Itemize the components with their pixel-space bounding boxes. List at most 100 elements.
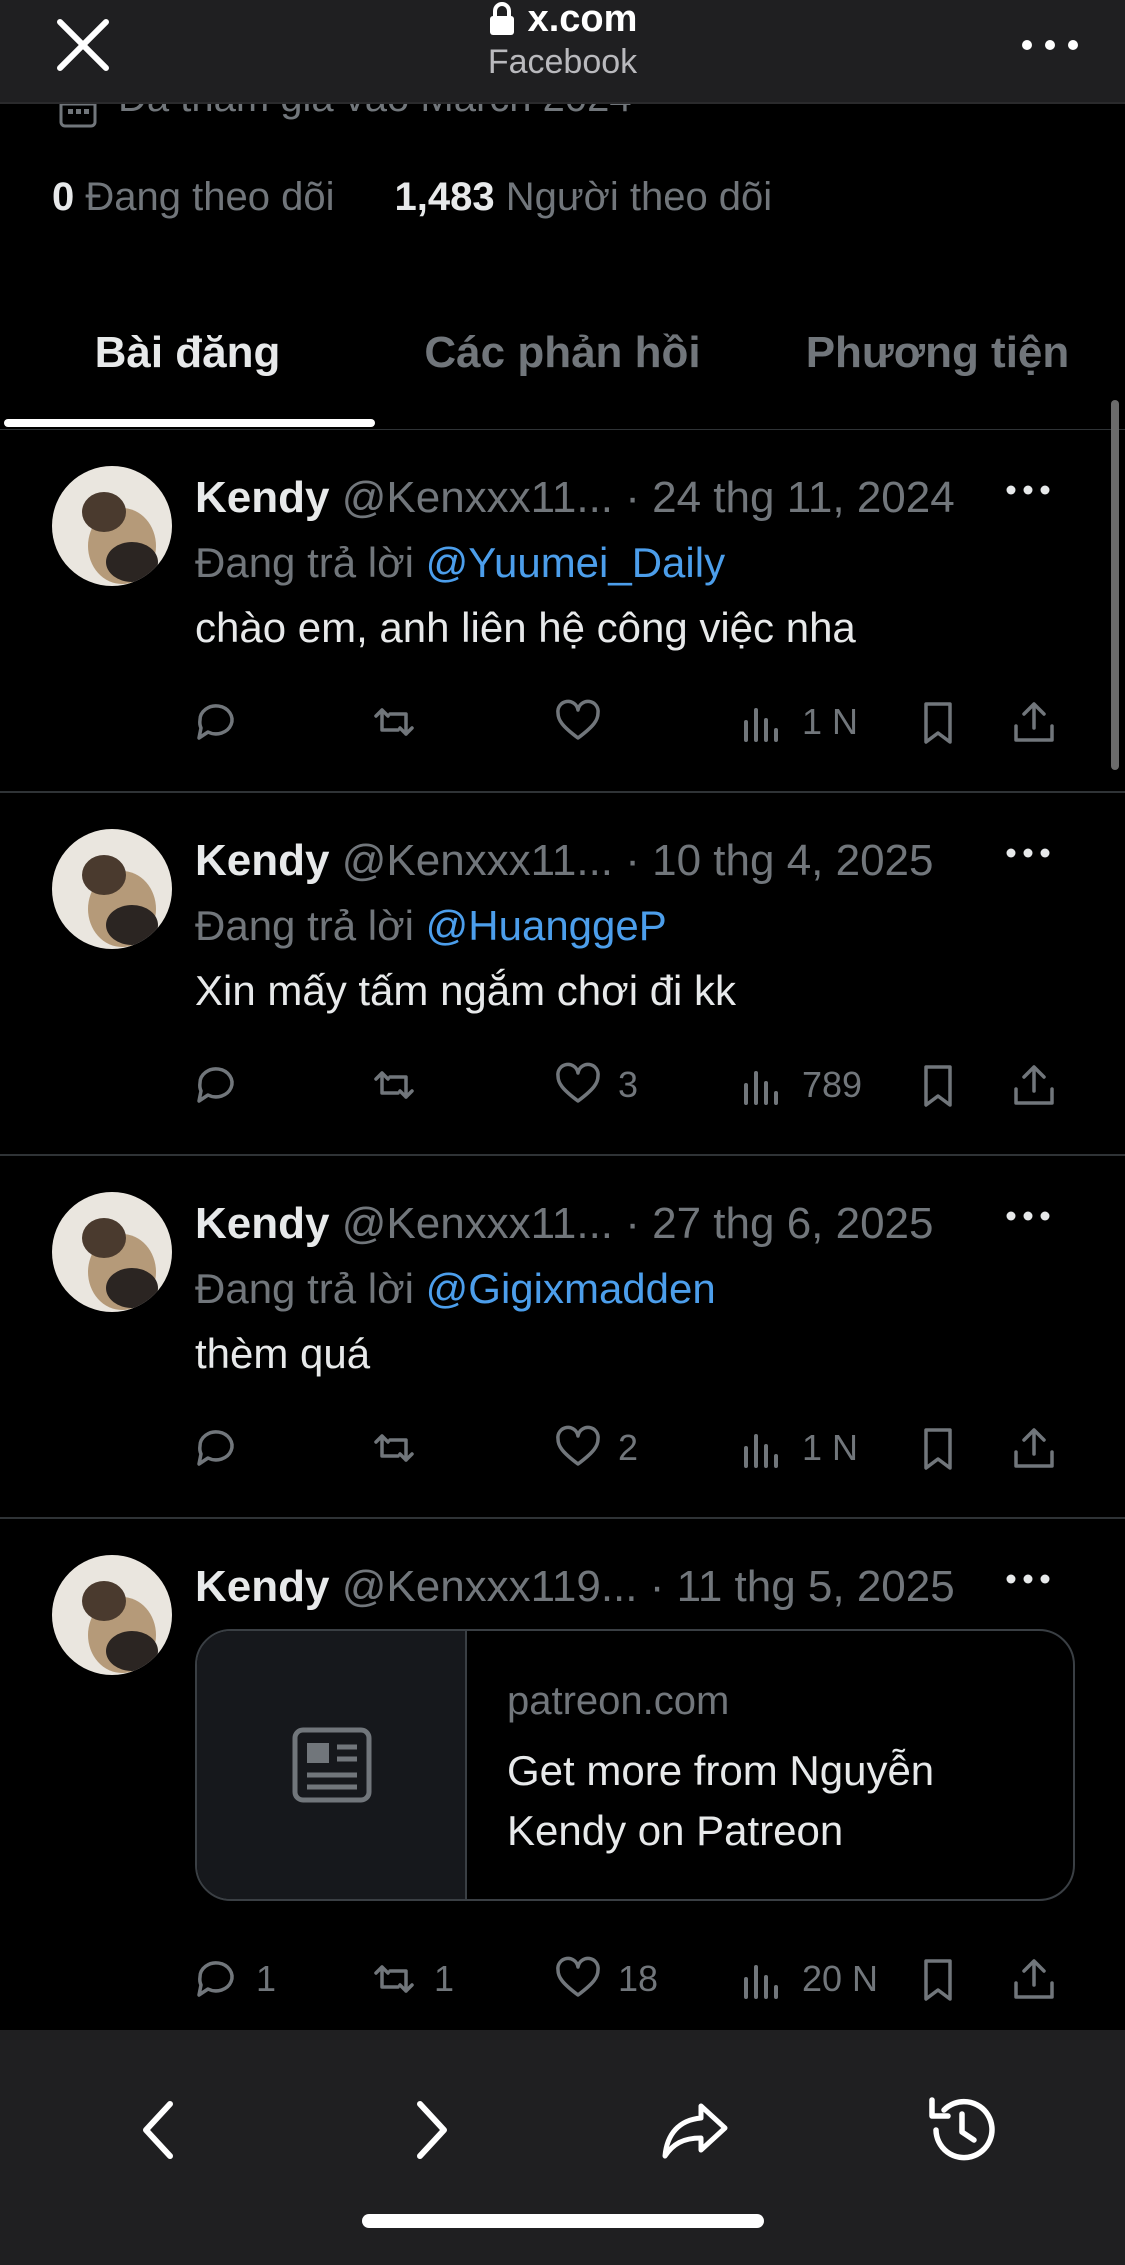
bookmark-icon [924, 702, 952, 744]
link-card-title: Get more from Nguyễn Kendy on Patreon [507, 1747, 935, 1854]
joined-text: Đã tham gia vào March 2024 [118, 104, 632, 121]
share-button[interactable] [1008, 692, 1060, 752]
tab-replies[interactable]: Các phản hồi [375, 290, 750, 429]
bookmark-button[interactable] [912, 1949, 964, 2009]
post-text: Xin mấy tấm ngắm chơi đi kk [195, 967, 737, 1014]
bookmark-button[interactable] [912, 692, 964, 752]
followers-count: 1,483 [394, 175, 495, 219]
post-date[interactable]: · 11 thg 5, 2025 [650, 1562, 955, 1611]
post-text: chào em, anh liên hệ công việc nha [195, 604, 856, 651]
author-name[interactable]: Kendy [195, 473, 329, 522]
tab-label: Các phản hồi [424, 328, 701, 377]
views-button[interactable]: 20 N [736, 1949, 878, 2009]
repost-button[interactable] [368, 692, 434, 752]
following-label: Đang theo dõi [85, 175, 335, 219]
analytics-icon [744, 1434, 778, 1468]
browser-top-bar: x.com Facebook [0, 0, 1125, 104]
share-button[interactable] [1008, 1055, 1060, 1115]
post-date[interactable]: · 24 thg 11, 2024 [625, 473, 954, 522]
reply-context: Đang trả lời @Gigixmadden [195, 1261, 716, 1317]
bookmark-icon [924, 1428, 952, 1470]
url-domain: x.com [527, 0, 638, 40]
back-icon[interactable] [120, 2090, 200, 2170]
analytics-icon [744, 1071, 778, 1105]
reply-button[interactable] [190, 692, 256, 752]
post-item[interactable]: Kendy @Kenxxx11... · 10 thg 4, 2025 Đang… [0, 793, 1125, 1156]
link-card[interactable]: patreon.com Get more from Nguyễn Kendy o… [195, 1629, 1075, 1901]
post-text: thèm quá [195, 1330, 371, 1377]
forward-icon[interactable] [390, 2090, 470, 2170]
author-name[interactable]: Kendy [195, 1199, 329, 1248]
following-link[interactable]: 0 Đang theo dõi [52, 175, 334, 220]
post-item[interactable]: Kendy @Kenxxx11... · 24 thg 11, 2024 Đan… [0, 430, 1125, 793]
more-icon[interactable] [1003, 1201, 1053, 1231]
repost-icon [374, 708, 414, 736]
avatar[interactable] [52, 829, 172, 949]
tab-media[interactable]: Phương tiện [750, 290, 1125, 429]
views-button[interactable]: 1 N [736, 692, 858, 752]
reply-button[interactable] [190, 1418, 256, 1478]
reply-prefix: Đang trả lời [195, 902, 414, 949]
post-item[interactable]: Kendy @Kenxxx119... · 11 thg 5, 2025 pat… [0, 1519, 1125, 2030]
post-feed[interactable]: Kendy @Kenxxx11... · 24 thg 11, 2024 Đan… [0, 430, 1125, 2030]
repost-button[interactable] [368, 1418, 434, 1478]
view-count: 20 N [802, 1958, 879, 1999]
followers-link[interactable]: 1,483 Người theo dõi [394, 175, 772, 220]
like-button[interactable]: 2 [552, 1418, 638, 1478]
post-actions: 3 789 [190, 1055, 1070, 1115]
like-button[interactable]: 3 [552, 1055, 638, 1115]
repost-button[interactable]: 1 [368, 1949, 454, 2009]
author-handle[interactable]: @Kenxxx119... [342, 1562, 638, 1611]
tab-posts[interactable]: Bài đăng [0, 290, 375, 429]
mention-link[interactable]: @HuanggeP [426, 902, 667, 949]
repost-button[interactable] [368, 1055, 434, 1115]
heart-icon [556, 1425, 600, 1466]
mention-link[interactable]: @Gigixmadden [426, 1265, 716, 1312]
views-button[interactable]: 1 N [736, 1418, 858, 1478]
scrollbar[interactable] [1111, 400, 1119, 770]
mention-link[interactable]: @Yuumei_Daily [426, 539, 725, 586]
post-header: Kendy @Kenxxx11... · 27 thg 6, 2025 [195, 1196, 995, 1252]
like-button[interactable]: 18 [552, 1949, 658, 2009]
link-card-thumbnail [197, 1631, 467, 1899]
reply-button[interactable]: 1 [190, 1949, 276, 2009]
more-icon[interactable] [1003, 1564, 1053, 1594]
share-icon[interactable] [655, 2090, 735, 2170]
post-date[interactable]: · 27 thg 6, 2025 [625, 1199, 933, 1248]
author-name[interactable]: Kendy [195, 836, 329, 885]
bookmark-icon [924, 1065, 952, 1107]
avatar[interactable] [52, 1192, 172, 1312]
active-tab-indicator [4, 419, 375, 427]
author-handle[interactable]: @Kenxxx11... [342, 1199, 613, 1248]
bookmark-button[interactable] [912, 1418, 964, 1478]
share-button[interactable] [1008, 1949, 1060, 2009]
more-icon[interactable] [1003, 838, 1053, 868]
joined-date: Đã tham gia vào March 2024 [58, 104, 632, 134]
views-button[interactable]: 789 [736, 1055, 862, 1115]
more-icon[interactable] [1003, 475, 1053, 505]
analytics-icon [744, 1965, 778, 1999]
repost-count: 1 [434, 1958, 455, 1999]
bookmark-button[interactable] [912, 1055, 964, 1115]
author-handle[interactable]: @Kenxxx11... [342, 836, 613, 885]
post-date[interactable]: · 10 thg 4, 2025 [625, 836, 933, 885]
avatar[interactable] [52, 466, 172, 586]
heart-icon [556, 699, 600, 740]
like-button[interactable] [552, 692, 618, 752]
more-horizontal-icon[interactable] [1015, 22, 1085, 68]
reply-button[interactable] [190, 1055, 256, 1115]
heart-icon [556, 1956, 600, 1997]
post-header: Kendy @Kenxxx11... · 24 thg 11, 2024 [195, 470, 995, 526]
post-item[interactable]: Kendy @Kenxxx11... · 27 thg 6, 2025 Đang… [0, 1156, 1125, 1519]
history-icon[interactable] [922, 2090, 1002, 2170]
browser-bottom-bar [0, 2030, 1125, 2265]
share-button[interactable] [1008, 1418, 1060, 1478]
home-indicator[interactable] [362, 2214, 764, 2228]
url-block[interactable]: x.com Facebook [0, 0, 1125, 84]
reply-context: Đang trả lời @Yuumei_Daily [195, 535, 725, 591]
reply-icon [197, 1961, 234, 1997]
author-name[interactable]: Kendy [195, 1562, 329, 1611]
reply-prefix: Đang trả lời [195, 1265, 414, 1312]
avatar[interactable] [52, 1555, 172, 1675]
author-handle[interactable]: @Kenxxx11... [342, 473, 613, 522]
